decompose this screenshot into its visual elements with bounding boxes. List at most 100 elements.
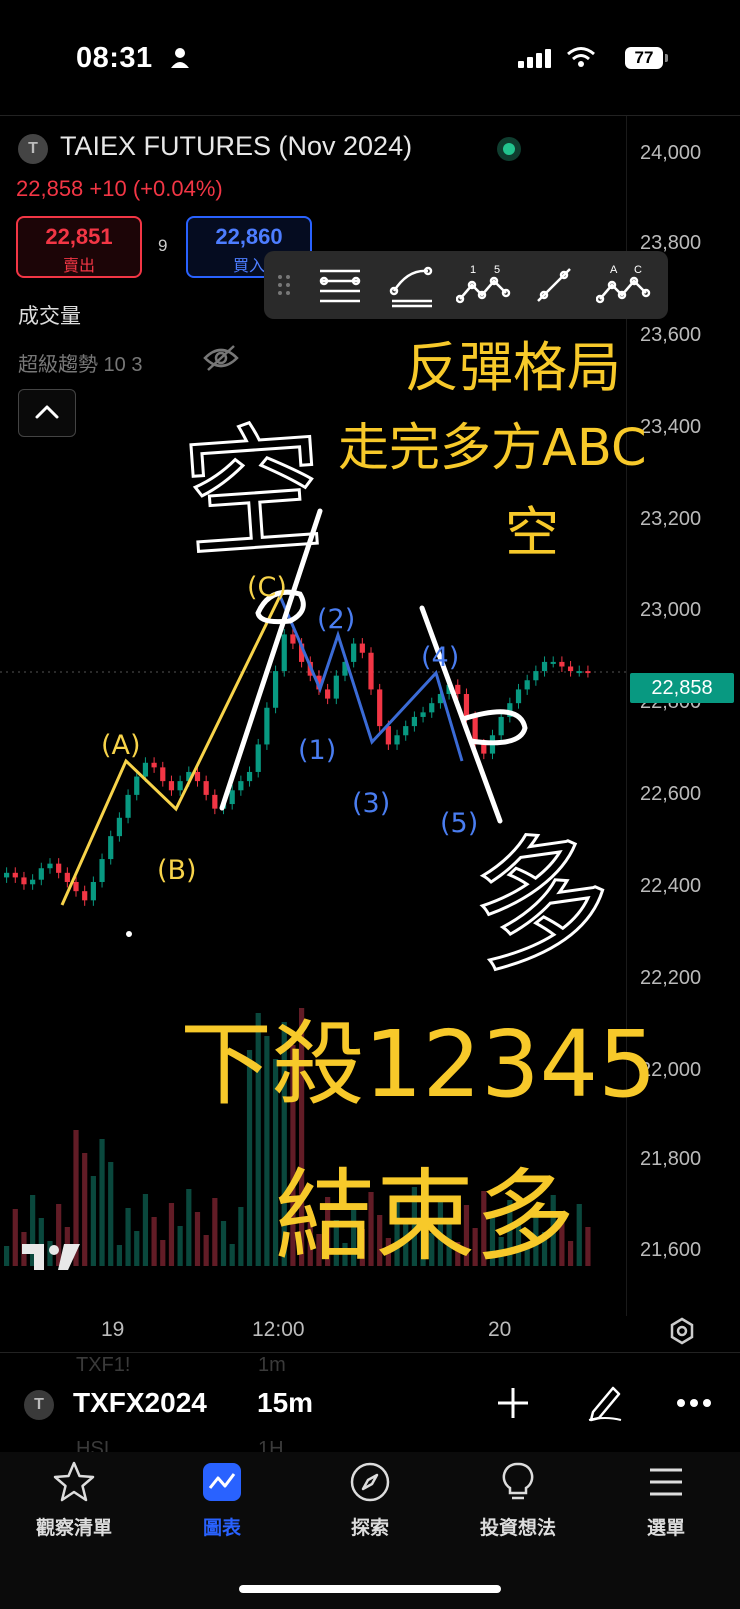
candle-body (168, 781, 175, 791)
volume-bar (212, 1198, 218, 1266)
more-icon[interactable] (676, 1398, 712, 1408)
candle-body (394, 735, 400, 745)
candle-body (567, 666, 574, 672)
volume-bar (151, 1217, 157, 1266)
person-icon (171, 48, 189, 68)
tab-label: 投資想法 (479, 1518, 556, 1539)
grip-icon[interactable] (276, 261, 292, 309)
tab-label: 圖表 (202, 1518, 241, 1539)
candle-body (481, 744, 487, 754)
tab-ideas[interactable]: 投資想法 (444, 1460, 592, 1540)
price-tick: 23,200 (640, 508, 702, 530)
candle-body (246, 771, 253, 782)
price-tick: 22,400 (640, 875, 702, 897)
volume-bar (194, 1212, 201, 1266)
candle-body (203, 781, 209, 795)
candle-body (264, 707, 270, 745)
price-tick: 23,400 (640, 416, 702, 438)
signal-icon (518, 49, 551, 68)
wave-label-3: (3) (352, 788, 391, 819)
tab-menu[interactable]: 選單 (592, 1460, 740, 1540)
candle-body (333, 675, 339, 699)
candle-body (377, 689, 383, 727)
candle-body (82, 891, 88, 901)
wave-abc-tool-icon[interactable]: AC (596, 261, 652, 309)
chart-settings-icon[interactable] (667, 1316, 697, 1346)
interval-selector[interactable]: 15m (257, 1387, 313, 1419)
wave-label-b: (B) (157, 855, 197, 886)
candle-body (64, 872, 70, 882)
candle-body (385, 726, 391, 745)
handwritten-long-label: 多 (460, 811, 624, 995)
tab-label: 選單 (646, 1518, 685, 1539)
candle-body (559, 661, 565, 667)
volume-bar (99, 1139, 105, 1266)
wave-label-1: (1) (298, 735, 337, 766)
candle-body (151, 762, 157, 768)
wave-15-tool-icon[interactable]: 15 (456, 261, 512, 309)
candle-body (160, 767, 166, 782)
price-tick: 22,600 (640, 783, 702, 805)
candle-body (272, 671, 279, 708)
candle-body (576, 671, 582, 674)
time-tick: 20 (488, 1318, 512, 1341)
wave-label-a: (A) (101, 730, 141, 761)
ghost-interval: 1m (258, 1354, 286, 1376)
candle-body (142, 762, 149, 777)
wifi-icon (567, 47, 595, 67)
tab-explore[interactable]: 探索 (296, 1460, 444, 1540)
svg-text:C: C (634, 264, 642, 276)
volume-bar (220, 1221, 227, 1266)
annotation-title-2: 走完多方ABC (338, 419, 647, 478)
price-tick: 24,000 (640, 142, 702, 164)
candle-body (368, 652, 374, 690)
candle-body (281, 634, 287, 672)
home-indicator (239, 1585, 501, 1593)
symbol-selector[interactable]: TXFX2024 (73, 1387, 223, 1419)
volume-bar (186, 1189, 192, 1266)
volume-bar (177, 1226, 183, 1266)
symbol-logo: T (24, 1390, 54, 1420)
add-icon[interactable] (496, 1386, 530, 1420)
price-tick: 23,000 (640, 599, 702, 621)
volume-bar (160, 1240, 166, 1266)
candle-body (21, 877, 27, 885)
lightbulb-icon (502, 1462, 534, 1500)
candle-body (73, 881, 79, 892)
battery-tip (665, 54, 668, 62)
volume-bar (168, 1203, 175, 1266)
curve-tool-icon[interactable] (388, 261, 436, 309)
candle-body (194, 771, 201, 782)
horizontal-lines-tool-icon[interactable] (316, 261, 364, 309)
candle-body (134, 776, 140, 795)
candle-body (325, 689, 331, 699)
candle-body (524, 680, 530, 690)
candle-body (47, 863, 53, 869)
tab-chart[interactable]: 圖表 (148, 1460, 296, 1540)
candle-body (455, 684, 461, 695)
tab-watchlist[interactable]: 觀察清單 (0, 1460, 148, 1540)
candle-body (90, 881, 96, 901)
price-tick: 21,600 (640, 1239, 702, 1261)
volume-bar (576, 1204, 582, 1266)
wave-label-4: (4) (421, 642, 460, 673)
svg-text:1: 1 (470, 264, 476, 276)
candle-body (229, 790, 235, 805)
tab-label: 探索 (350, 1518, 389, 1539)
annotation-bottom-2: 結束多 (275, 1158, 575, 1275)
volume-bar (134, 1231, 140, 1266)
draw-pen-icon[interactable] (585, 1382, 625, 1422)
ghost-symbol: TXF1! (76, 1354, 131, 1376)
candle-body (411, 716, 417, 727)
tab-label: 觀察清單 (35, 1518, 112, 1539)
candle-body (351, 643, 357, 662)
candle-body (429, 703, 435, 713)
volume-bar (116, 1245, 122, 1266)
trendline-tool-icon[interactable] (532, 261, 576, 309)
volume-bar (12, 1209, 18, 1266)
volume-bar (82, 1153, 88, 1266)
candle-body (541, 661, 548, 672)
candle-body (533, 671, 539, 681)
price-tick: 22,200 (640, 967, 702, 989)
wave-label-2: (2) (317, 604, 356, 635)
